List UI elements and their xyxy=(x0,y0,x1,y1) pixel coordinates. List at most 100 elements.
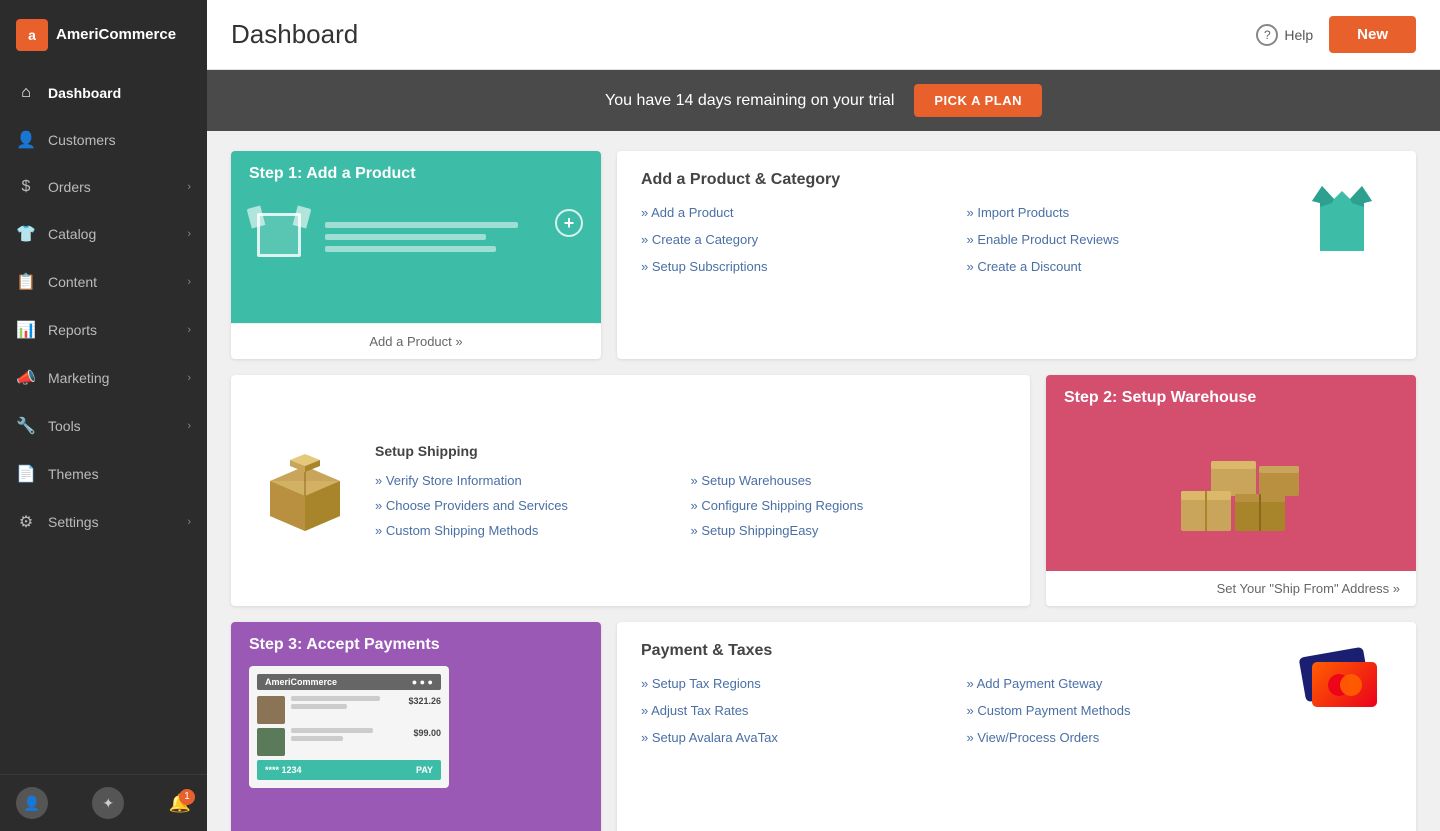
sidebar-item-label: Themes xyxy=(48,466,99,482)
payment-links-col2: » Add Payment Gteway » Custom Payment Me… xyxy=(967,676,1293,745)
sidebar-item-catalog[interactable]: 👕 Catalog › xyxy=(0,210,207,258)
sidebar-item-label: Content xyxy=(48,274,97,290)
shirt-illustration xyxy=(1302,181,1382,261)
dashboard-content: Step 1: Add a Product xyxy=(207,131,1440,831)
setup-warehouses-link[interactable]: » Setup Warehouses xyxy=(691,473,1007,488)
row-step1: Step 1: Add a Product xyxy=(231,151,1416,359)
shipping-links: » Verify Store Information » Choose Prov… xyxy=(375,473,1006,538)
logo-icon: a xyxy=(16,19,48,51)
notification-bell[interactable]: 🔔 1 xyxy=(169,793,191,814)
shipping-col1: » Verify Store Information » Choose Prov… xyxy=(375,473,691,538)
topbar-right: ? Help New xyxy=(1256,16,1416,53)
orders-chevron-icon: › xyxy=(187,181,191,193)
choose-providers-link[interactable]: » Choose Providers and Services xyxy=(375,498,691,513)
marketing-chevron-icon: › xyxy=(187,372,191,384)
setup-avatax-link[interactable]: » Setup Avalara AvaTax xyxy=(641,730,967,745)
tools-chevron-icon: › xyxy=(187,420,191,432)
content-chevron-icon: › xyxy=(187,276,191,288)
row-shipping: Setup Shipping » Verify Store Informatio… xyxy=(231,375,1416,606)
sidebar: a AmeriCommerce ⌂ Dashboard 👤 Customers … xyxy=(0,0,207,831)
tools-icon: 🔧 xyxy=(16,416,36,436)
warehouse-image xyxy=(1046,421,1416,571)
add-product-link[interactable]: » Add a Product xyxy=(641,205,967,220)
enable-reviews-link[interactable]: » Enable Product Reviews xyxy=(967,232,1293,247)
content-icon: 📋 xyxy=(16,272,36,292)
catalog-chevron-icon: › xyxy=(187,228,191,240)
sidebar-item-themes[interactable]: 📄 Themes xyxy=(0,450,207,498)
sidebar-item-content[interactable]: 📋 Content › xyxy=(0,258,207,306)
warehouse-illustration xyxy=(1151,441,1311,551)
product-links: » Add a Product » Create a Category » Se… xyxy=(641,205,1292,274)
new-button[interactable]: New xyxy=(1329,16,1416,53)
sidebar-item-label: Dashboard xyxy=(48,85,121,101)
product-info-card: Add a Product & Category » Add a Product… xyxy=(617,151,1416,359)
step3-header: Step 3: Accept Payments AmeriCommerce● ●… xyxy=(231,622,601,831)
settings-icon: ⚙ xyxy=(16,512,36,532)
payment-links: » Setup Tax Regions » Adjust Tax Rates »… xyxy=(641,676,1292,745)
create-category-link[interactable]: » Create a Category xyxy=(641,232,967,247)
shipping-col2: » Setup Warehouses » Configure Shipping … xyxy=(691,473,1007,538)
row-payments: Step 3: Accept Payments AmeriCommerce● ●… xyxy=(231,622,1416,831)
reports-chevron-icon: › xyxy=(187,324,191,336)
pick-plan-button[interactable]: PICK A PLAN xyxy=(914,84,1042,117)
trial-banner: You have 14 days remaining on your trial… xyxy=(207,70,1440,131)
help-label: Help xyxy=(1284,27,1313,43)
create-discount-link[interactable]: » Create a Discount xyxy=(967,259,1293,274)
orders-icon: $ xyxy=(16,178,36,196)
step1-title: Step 1: Add a Product xyxy=(249,165,583,183)
custom-payment-methods-link[interactable]: » Custom Payment Methods xyxy=(967,703,1293,718)
themes-icon: 📄 xyxy=(16,464,36,484)
configure-shipping-link[interactable]: » Configure Shipping Regions xyxy=(691,498,1007,513)
setup-tax-regions-link[interactable]: » Setup Tax Regions xyxy=(641,676,967,691)
sidebar-item-orders[interactable]: $ Orders › xyxy=(0,164,207,210)
shipping-card: Setup Shipping » Verify Store Informatio… xyxy=(231,375,1030,606)
sidebar-bottom: 👤 ✦ 🔔 1 xyxy=(0,774,207,831)
sidebar-item-settings[interactable]: ⚙ Settings › xyxy=(0,498,207,546)
sparkle-icon[interactable]: ✦ xyxy=(92,787,124,819)
add-payment-gateway-link[interactable]: » Add Payment Gteway xyxy=(967,676,1293,691)
setup-subscriptions-link[interactable]: » Setup Subscriptions xyxy=(641,259,967,274)
import-products-link[interactable]: » Import Products xyxy=(967,205,1293,220)
product-links-col1: » Add a Product » Create a Category » Se… xyxy=(641,205,967,274)
warehouse-card[interactable]: Step 2: Setup Warehouse xyxy=(1046,375,1416,606)
adjust-tax-rates-link[interactable]: » Adjust Tax Rates xyxy=(641,703,967,718)
logo[interactable]: a AmeriCommerce xyxy=(0,0,207,70)
customers-icon: 👤 xyxy=(16,130,36,150)
product-links-col2: » Import Products » Enable Product Revie… xyxy=(967,205,1293,274)
payment-section-title: Payment & Taxes xyxy=(641,642,1292,660)
step1-card[interactable]: Step 1: Add a Product xyxy=(231,151,601,359)
dashboard-icon: ⌂ xyxy=(16,84,36,102)
step1-footer[interactable]: Add a Product » xyxy=(231,323,601,359)
sidebar-item-reports[interactable]: 📊 Reports › xyxy=(0,306,207,354)
sidebar-item-label: Settings xyxy=(48,514,99,530)
box-illustration xyxy=(260,446,350,536)
shipping-info: Setup Shipping » Verify Store Informatio… xyxy=(375,443,1006,538)
sidebar-item-customers[interactable]: 👤 Customers xyxy=(0,116,207,164)
shipping-section-title: Setup Shipping xyxy=(375,443,1006,459)
custom-shipping-link[interactable]: » Custom Shipping Methods xyxy=(375,523,691,538)
main-content: Dashboard ? Help New You have 14 days re… xyxy=(207,0,1440,831)
notification-count: 1 xyxy=(179,789,195,805)
sidebar-item-tools[interactable]: 🔧 Tools › xyxy=(0,402,207,450)
sidebar-item-label: Tools xyxy=(48,418,81,434)
help-circle-icon: ? xyxy=(1256,24,1278,46)
page-title: Dashboard xyxy=(231,19,358,50)
verify-store-link[interactable]: » Verify Store Information xyxy=(375,473,691,488)
shipping-easy-link[interactable]: » Setup ShippingEasy xyxy=(691,523,1007,538)
view-process-orders-link[interactable]: » View/Process Orders xyxy=(967,730,1293,745)
logo-text: AmeriCommerce xyxy=(56,26,176,44)
user-avatar[interactable]: 👤 xyxy=(16,787,48,819)
shipping-icon-area xyxy=(255,446,355,536)
catalog-icon: 👕 xyxy=(16,224,36,244)
step3-card[interactable]: Step 3: Accept Payments AmeriCommerce● ●… xyxy=(231,622,601,831)
help-button[interactable]: ? Help xyxy=(1256,24,1313,46)
marketing-icon: 📣 xyxy=(16,368,36,388)
topbar: Dashboard ? Help New xyxy=(207,0,1440,70)
step1-header: Step 1: Add a Product xyxy=(231,151,601,323)
sidebar-item-dashboard[interactable]: ⌂ Dashboard xyxy=(0,70,207,116)
warehouse-footer[interactable]: Set Your "Ship From" Address » xyxy=(1046,571,1416,606)
sidebar-item-label: Marketing xyxy=(48,370,109,386)
sidebar-item-label: Catalog xyxy=(48,226,96,242)
payment-info-card: Payment & Taxes » Setup Tax Regions » Ad… xyxy=(617,622,1416,831)
sidebar-item-marketing[interactable]: 📣 Marketing › xyxy=(0,354,207,402)
